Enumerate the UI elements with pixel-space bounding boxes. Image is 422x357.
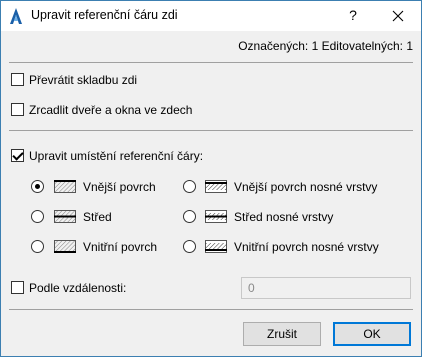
offset-input[interactable]: 0	[241, 277, 411, 299]
radio-core-exterior-label[interactable]: Vnější povrch nosné vrstvy	[234, 180, 377, 194]
flip-layers-checkbox[interactable]	[11, 73, 24, 86]
separator	[9, 309, 413, 310]
help-button[interactable]: ?	[335, 1, 371, 30]
edit-reference-line-label[interactable]: Upravit umístění referenční čáry:	[29, 149, 203, 163]
dialog-content: Označených: 1 Editovatelných: 1 Převráti…	[1, 31, 421, 356]
radio-core-center[interactable]	[183, 210, 196, 223]
selection-status: Označených: 1 Editovatelných: 1	[238, 39, 413, 53]
radio-interior-surface-label[interactable]: Vnitřní povrch	[83, 240, 157, 254]
mirror-openings-checkbox[interactable]	[11, 103, 24, 116]
separator	[9, 130, 413, 131]
window-title: Upravit referenční čáru zdi	[31, 8, 178, 22]
separator	[9, 62, 413, 63]
radio-interior-surface[interactable]	[31, 240, 44, 253]
wall-exterior-icon	[54, 180, 76, 193]
radio-core-interior-label[interactable]: Vnitřní povrch nosné vrstvy	[234, 240, 379, 254]
title-bar[interactable]: Upravit referenční čáru zdi ?	[1, 1, 421, 31]
radio-core-center-label[interactable]: Střed nosné vrstvy	[234, 210, 333, 224]
ok-button[interactable]: OK	[333, 322, 411, 346]
close-icon[interactable]	[376, 1, 420, 30]
wall-interior-icon	[54, 240, 76, 253]
radio-center[interactable]	[31, 210, 44, 223]
radio-exterior-surface-label[interactable]: Vnější povrch	[83, 180, 156, 194]
radio-core-interior[interactable]	[183, 240, 196, 253]
core-exterior-icon	[205, 180, 227, 193]
mirror-openings-label[interactable]: Zrcadlit dveře a okna ve zdech	[29, 103, 192, 117]
offset-label[interactable]: Podle vzdálenosti:	[29, 281, 126, 295]
edit-reference-line-checkbox[interactable]	[11, 149, 24, 162]
cancel-button[interactable]: Zrušit	[243, 322, 321, 346]
archicad-icon	[10, 8, 22, 24]
wall-center-icon	[54, 210, 76, 223]
offset-checkbox[interactable]	[11, 281, 24, 294]
dialog-window: Upravit referenční čáru zdi ? Označených…	[0, 0, 422, 357]
radio-core-exterior[interactable]	[183, 180, 196, 193]
core-interior-icon	[205, 240, 227, 253]
flip-layers-label[interactable]: Převrátit skladbu zdi	[29, 73, 137, 87]
radio-center-label[interactable]: Střed	[83, 210, 112, 224]
core-center-icon	[205, 210, 227, 223]
radio-exterior-surface[interactable]	[31, 180, 44, 193]
